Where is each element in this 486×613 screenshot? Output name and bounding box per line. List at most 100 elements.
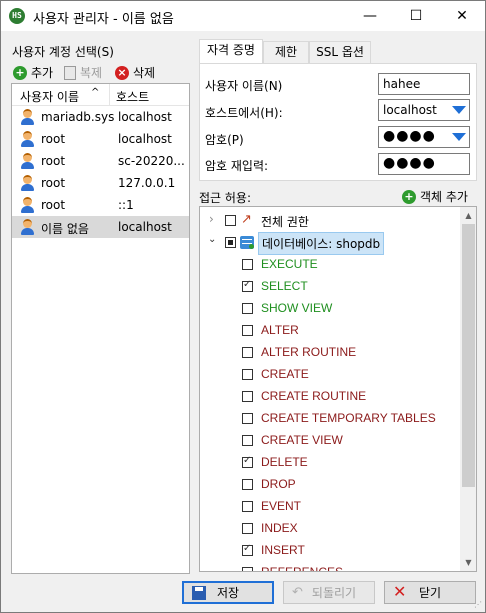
access-label: 접근 허용:: [199, 191, 252, 205]
privilege-checkbox[interactable]: [242, 435, 253, 446]
column-divider[interactable]: [109, 84, 110, 105]
save-button[interactable]: 저장: [182, 581, 274, 604]
tab-credentials[interactable]: 자격 증명: [199, 39, 263, 64]
account-user: root: [41, 176, 66, 190]
user-icon: [20, 131, 35, 147]
revert-label: 되돌리기: [311, 586, 357, 600]
app-icon: HS: [9, 8, 25, 24]
privilege-checkbox[interactable]: [242, 455, 253, 468]
privilege-row[interactable]: EXECUTE: [200, 253, 458, 275]
add-user-button[interactable]: + 추가: [13, 64, 53, 81]
chevron-right-icon[interactable]: ›: [209, 212, 214, 226]
col-host-header[interactable]: 호스트: [116, 88, 149, 105]
privilege-checkbox[interactable]: [242, 523, 253, 534]
privilege-checkbox[interactable]: [242, 391, 253, 402]
username-label: 사용자 이름(N): [205, 79, 283, 93]
window-title: 사용자 관리자 - 이름 없음: [33, 12, 174, 27]
all-privileges-checkbox[interactable]: [225, 215, 236, 226]
account-list-header: 사용자 이름 ^ 호스트: [12, 84, 189, 106]
privilege-checkbox[interactable]: [242, 303, 253, 314]
scroll-up-icon[interactable]: ▲: [460, 207, 476, 224]
account-row-selected[interactable]: 이름 없음 localhost: [12, 216, 189, 238]
account-user: root: [41, 154, 66, 168]
scroll-thumb[interactable]: [462, 224, 475, 487]
privilege-row[interactable]: REFERENCES: [200, 561, 458, 571]
privilege-checkbox[interactable]: [242, 567, 253, 571]
privilege-row[interactable]: INDEX: [200, 517, 458, 539]
password-value: ●●●●: [383, 128, 436, 144]
account-row[interactable]: root localhost: [12, 128, 189, 150]
password-repeat-value: ●●●●: [383, 155, 436, 171]
chevron-down-icon[interactable]: ⌄: [208, 234, 216, 245]
account-row[interactable]: mariadb.sys localhost: [12, 106, 189, 128]
user-icon: [20, 175, 35, 191]
privilege-checkbox[interactable]: [242, 479, 253, 490]
privilege-label: INSERT: [261, 543, 305, 557]
privilege-checkbox[interactable]: [242, 543, 253, 556]
close-label: 닫기: [418, 586, 442, 600]
close-button[interactable]: ✕ 닫기: [384, 581, 476, 604]
tree-row-database[interactable]: ⌄ 데이터베이스: shopdb: [200, 231, 458, 255]
maximize-button[interactable]: ☐: [393, 1, 439, 31]
privilege-label: SELECT: [261, 279, 308, 293]
privilege-row[interactable]: SHOW VIEW: [200, 297, 458, 319]
tab-ssl-options[interactable]: SSL 옵션: [309, 41, 371, 63]
privilege-row[interactable]: SELECT: [200, 275, 458, 297]
delete-user-button[interactable]: × 삭제: [115, 64, 155, 81]
close-window-button[interactable]: ✕: [439, 1, 485, 31]
revert-button[interactable]: ↶ 되돌리기: [283, 581, 375, 604]
chevron-down-icon: [452, 133, 466, 141]
privilege-row[interactable]: INSERT: [200, 539, 458, 561]
host-label: 호스트에서(H):: [205, 106, 283, 120]
host-value: localhost: [383, 103, 437, 117]
password-repeat-field[interactable]: ●●●●: [378, 153, 470, 175]
account-row[interactable]: root sc-20220...: [12, 150, 189, 172]
minimize-button[interactable]: —: [347, 1, 393, 31]
privilege-row[interactable]: ALTER: [200, 319, 458, 341]
privilege-checkbox[interactable]: [242, 501, 253, 512]
account-host: ::1: [118, 198, 134, 212]
privileges-tree[interactable]: › ↗ 전체 권한 ⌄ 데이터베이스: shopdb EXECUTE SELECT…: [199, 206, 477, 572]
account-host: localhost: [118, 220, 172, 234]
account-user: mariadb.sys: [41, 110, 115, 124]
save-icon: [192, 586, 206, 600]
username-field[interactable]: hahee: [378, 73, 470, 95]
user-icon: [20, 153, 35, 169]
tab-limits[interactable]: 제한: [263, 41, 309, 63]
privilege-row[interactable]: DELETE: [200, 451, 458, 473]
account-list[interactable]: 사용자 이름 ^ 호스트 mariadb.sys localhost root …: [11, 83, 190, 574]
privilege-checkbox[interactable]: [242, 279, 253, 292]
privilege-checkbox[interactable]: [242, 369, 253, 380]
wand-icon: ↗: [241, 212, 252, 227]
plus-icon: +: [13, 65, 27, 80]
privilege-checkbox[interactable]: [242, 259, 253, 270]
account-user: 이름 없음: [41, 222, 89, 236]
privilege-checkbox[interactable]: [242, 413, 253, 424]
privilege-row[interactable]: DROP: [200, 473, 458, 495]
privilege-row[interactable]: CREATE VIEW: [200, 429, 458, 451]
clone-user-button[interactable]: 복제: [64, 64, 102, 81]
database-checkbox[interactable]: [225, 237, 236, 248]
privilege-label: ALTER ROUTINE: [261, 345, 357, 359]
scroll-down-icon[interactable]: ▼: [460, 554, 476, 571]
account-row[interactable]: root 127.0.0.1: [12, 172, 189, 194]
account-host: localhost: [118, 110, 172, 124]
host-dropdown[interactable]: localhost: [378, 99, 470, 121]
account-row[interactable]: root ::1: [12, 194, 189, 216]
clone-user-label: 복제: [80, 66, 103, 80]
tree-scrollbar[interactable]: ▲ ▼: [460, 207, 476, 571]
privilege-checkbox[interactable]: [242, 347, 253, 358]
privilege-row[interactable]: EVENT: [200, 495, 458, 517]
privilege-label: SHOW VIEW: [261, 301, 333, 315]
privilege-row[interactable]: CREATE TEMPORARY TABLES: [200, 407, 458, 429]
privilege-row[interactable]: ALTER ROUTINE: [200, 341, 458, 363]
delete-user-label: 삭제: [133, 66, 156, 80]
privilege-row[interactable]: CREATE ROUTINE: [200, 385, 458, 407]
col-user-header[interactable]: 사용자 이름: [20, 88, 79, 105]
add-object-button[interactable]: + 객체 추가: [402, 188, 468, 205]
privilege-checkbox[interactable]: [242, 325, 253, 336]
privilege-row[interactable]: CREATE: [200, 363, 458, 385]
tree-row-all-privileges[interactable]: › ↗ 전체 권한: [200, 209, 458, 231]
resize-grip-icon[interactable]: ⋰: [474, 600, 482, 609]
password-field[interactable]: ●●●●: [378, 126, 470, 148]
